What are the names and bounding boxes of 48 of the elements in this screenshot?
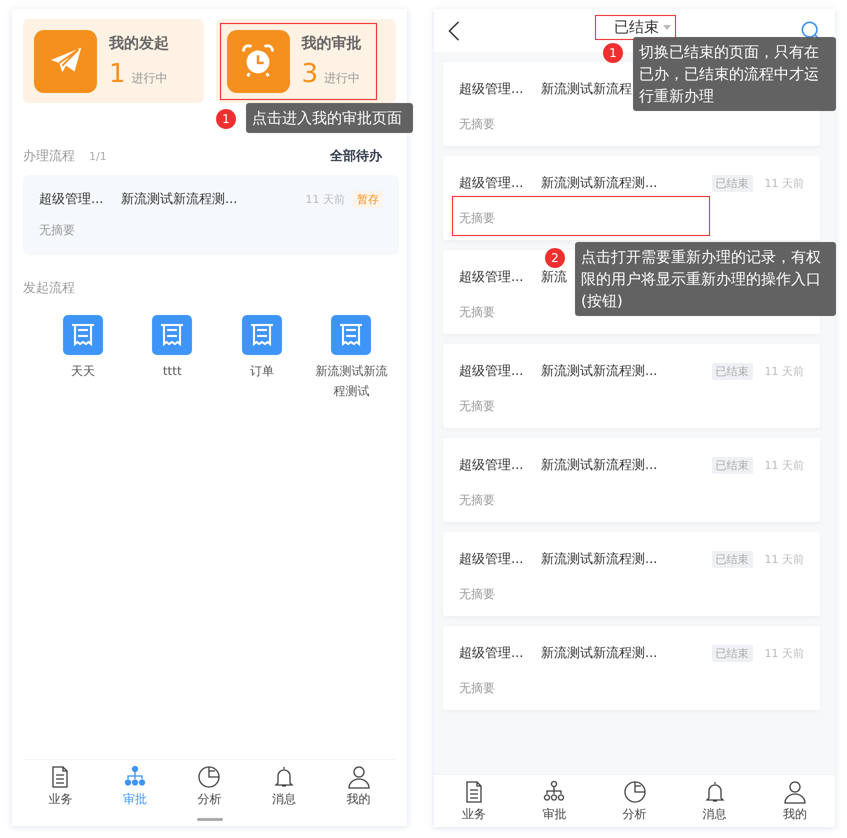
process-title: 新流测试新流程测... <box>541 175 658 192</box>
summary-text: 无摘要 <box>459 398 496 415</box>
summary-text: 无摘要 <box>459 210 496 227</box>
applicant-name: 超级管理... <box>459 457 524 474</box>
summary-text: 无摘要 <box>459 116 496 133</box>
time-label: 11 天前 <box>764 552 804 566</box>
status-tag: 暂存 <box>353 190 383 208</box>
status-tag: 已结束 <box>712 456 752 474</box>
status-label: 进行中 <box>324 70 360 86</box>
tooltip: 切换已结束的页面，只有在已办，已结束的流程中才运行重新办理 <box>633 37 836 111</box>
process-title: 新流测试新流程测... <box>121 191 238 208</box>
status-tag: 已结束 <box>712 362 752 380</box>
applicant-name: 超级管理... <box>459 269 524 286</box>
section-title: 发起流程 <box>23 281 75 296</box>
status-tag: 已结束 <box>712 644 752 662</box>
summary-text: 无摘要 <box>459 492 496 509</box>
applicant-name: 超级管理... <box>459 645 524 662</box>
applicant-name: 超级管理... <box>459 551 524 568</box>
summary-text: 无摘要 <box>459 680 496 697</box>
applicant-name: 超级管理... <box>39 191 104 208</box>
tooltip: 点击打开需要重新办理的记录，有权限的用户将显示重新办理的操作入口(按钮) <box>575 242 836 316</box>
process-title: 新流测试新流程测... <box>541 363 658 380</box>
process-title: 新流测试新流程测... <box>541 457 658 474</box>
applicant-name: 超级管理... <box>459 363 524 380</box>
summary-text: 无摘要 <box>459 586 496 603</box>
time-label: 11 天前 <box>764 646 804 660</box>
status-label: 进行中 <box>132 70 168 86</box>
section-title: 办理流程 <box>23 148 75 165</box>
card-title: 我的审批 <box>302 34 362 52</box>
process-title: 新流测试新流程测... <box>541 551 658 568</box>
time-label: 11 天前 <box>764 176 804 190</box>
card-title: 我的发起 <box>109 34 169 52</box>
status-tag: 已结束 <box>712 174 752 192</box>
tooltip: 点击进入我的审批页面 <box>246 103 413 133</box>
section-count: 1/1 <box>89 150 107 163</box>
time-label: 11 天前 <box>764 458 804 472</box>
summary-text: 无摘要 <box>39 222 76 239</box>
status-tag: 已结束 <box>712 550 752 568</box>
time-label: 11 天前 <box>306 192 345 206</box>
count: 3 <box>302 58 318 88</box>
count: 1 <box>109 58 126 88</box>
applicant-name: 超级管理... <box>459 175 524 192</box>
summary-text: 无摘要 <box>459 304 496 321</box>
process-title: 新流 <box>541 269 567 286</box>
process-title: 新流测试新流程 <box>541 81 632 98</box>
applicant-name: 超级管理... <box>459 81 524 98</box>
time-label: 11 天前 <box>764 364 804 378</box>
process-title: 新流测试新流程测... <box>541 645 658 662</box>
